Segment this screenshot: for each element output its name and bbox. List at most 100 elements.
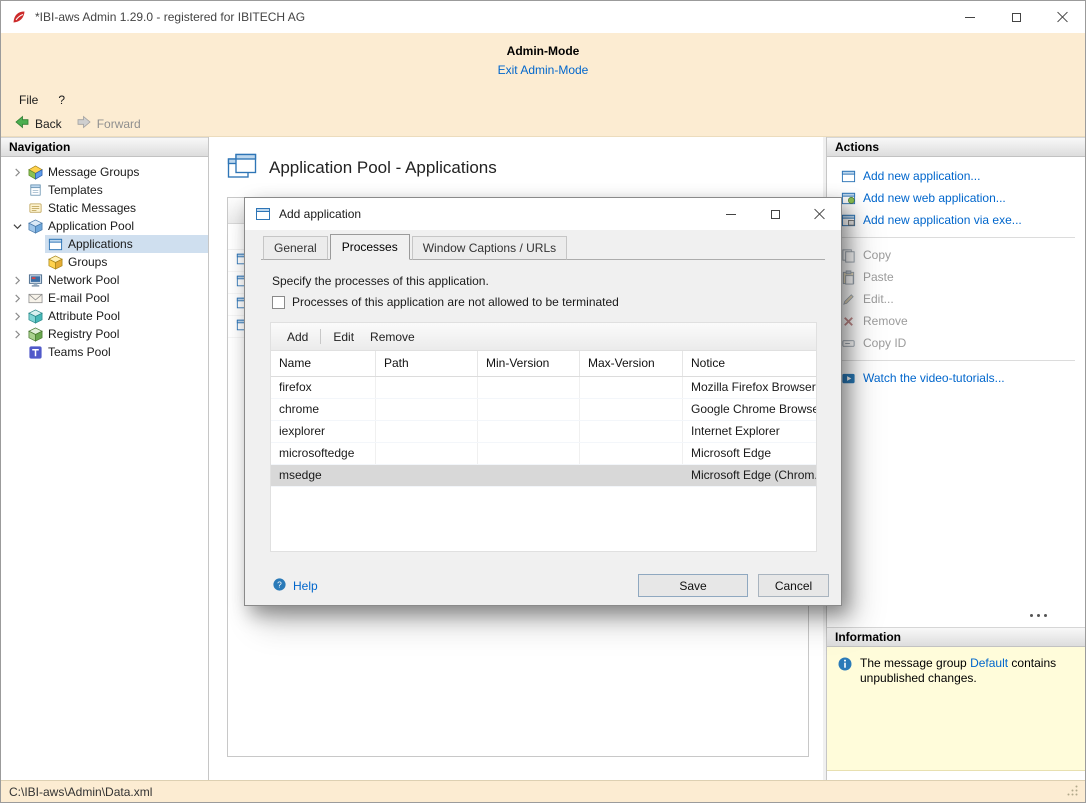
nav-item-templates[interactable]: Templates [1,181,208,199]
cell-path [376,443,478,464]
status-file-path: C:\IBI-aws\Admin\Data.xml [9,784,153,799]
nav-item-attribute-pool[interactable]: Attribute Pool [1,307,208,325]
chevron-down-icon[interactable] [9,222,25,231]
nav-item-registry-pool[interactable]: Registry Pool [1,325,208,343]
cell-max-version [580,377,683,398]
window-controls [947,1,1085,33]
column-header-notice[interactable]: Notice [683,351,816,376]
nav-item-label: Templates [48,183,103,197]
cell-notice: Mozilla Firefox Browser [691,380,816,394]
process-row-msedge[interactable]: msedge Microsoft Edge (Chrom... [271,465,816,487]
nav-item-message-groups[interactable]: Message Groups [1,163,208,181]
dialog-title: Add application [279,207,362,221]
cancel-button[interactable]: Cancel [758,574,829,597]
action-watch-video-tutorials[interactable]: Watch the video-tutorials... [827,367,1085,389]
process-list-toolbar: Add Edit Remove [270,322,817,350]
add-web-application-icon [840,190,856,206]
nav-item-network-pool[interactable]: Network Pool [1,271,208,289]
action-add-new-web-application[interactable]: Add new web application... [827,187,1085,209]
forward-button[interactable]: Forward [71,112,150,135]
column-header-min-version[interactable]: Min-Version [478,351,580,376]
resize-grip-icon[interactable] [1066,784,1079,800]
action-copy-id[interactable]: Copy ID [827,332,1085,354]
process-table-header: Name Path Min-Version Max-Version Notice [271,351,816,377]
chevron-right-icon[interactable] [9,311,25,321]
action-add-new-application[interactable]: Add new application... [827,165,1085,187]
save-button[interactable]: Save [638,574,748,597]
cell-min-version [478,377,580,398]
dialog-maximize-button[interactable] [753,198,797,230]
information-header: Information [827,627,1085,647]
process-row-iexplorer[interactable]: iexplorer Internet Explorer [271,421,816,443]
process-row-firefox[interactable]: firefox Mozilla Firefox Browser [271,377,816,399]
info-panel-gripper[interactable] [1030,614,1047,617]
back-button[interactable]: Back [9,112,71,135]
cell-notice: Google Chrome Browser [691,402,816,416]
add-application-dialog: Add application General Processes Window… [244,197,842,606]
cell-min-version [478,443,580,464]
window-title: *IBI-aws Admin 1.29.0 - registered for I… [35,10,306,24]
dialog-tab-strip: General Processes Window Captions / URLs [261,233,825,260]
email-pool-icon [27,290,43,306]
dialog-minimize-button[interactable] [709,198,753,230]
cell-notice: Internet Explorer [691,424,780,438]
remove-process-button[interactable]: Remove [362,327,423,347]
chevron-right-icon[interactable] [9,329,25,339]
chevron-right-icon[interactable] [9,293,25,303]
edit-process-button[interactable]: Edit [325,327,362,347]
process-row-microsoftedge[interactable]: microsoftedge Microsoft Edge [271,443,816,465]
action-copy[interactable]: Copy [827,244,1085,266]
nav-item-applications[interactable]: Applications [1,235,208,253]
dialog-window-controls [709,198,841,230]
action-edit[interactable]: Edit... [827,288,1085,310]
action-label: Paste [863,270,894,284]
exit-admin-mode-link[interactable]: Exit Admin-Mode [498,63,589,77]
network-pool-icon [27,272,43,288]
nav-item-groups[interactable]: Groups [1,253,208,271]
dialog-close-button[interactable] [797,198,841,230]
nav-item-label: Static Messages [48,201,137,215]
action-remove[interactable]: Remove [827,310,1085,332]
application-pool-icon [27,218,43,234]
process-row-chrome[interactable]: chrome Google Chrome Browser [271,399,816,421]
column-header-path[interactable]: Path [376,351,478,376]
back-label: Back [35,116,62,131]
nav-item-email-pool[interactable]: E-mail Pool [1,289,208,307]
cell-max-version [580,443,683,464]
add-process-button[interactable]: Add [279,327,316,347]
tab-general[interactable]: General [263,236,328,260]
minimize-button[interactable] [947,1,993,33]
terminate-checkbox[interactable] [272,295,285,309]
chevron-right-icon[interactable] [9,275,25,285]
column-header-max-version[interactable]: Max-Version [580,351,683,376]
menu-help[interactable]: ? [48,91,75,109]
actions-separator [839,360,1075,361]
menu-file[interactable]: File [9,91,48,109]
action-label: Add new application via exe... [863,213,1022,227]
cell-notice: Microsoft Edge [691,446,772,460]
cell-notice: Microsoft Edge (Chrom... [691,468,816,482]
nav-item-label: E-mail Pool [48,291,110,305]
cell-name: firefox [271,377,376,398]
close-button[interactable] [1039,1,1085,33]
help-link[interactable]: ? Help [272,577,318,595]
chevron-right-icon[interactable] [9,167,25,177]
nav-item-teams-pool[interactable]: Teams Pool [1,343,208,361]
static-messages-icon [27,200,43,216]
action-paste[interactable]: Paste [827,266,1085,288]
default-message-group-link[interactable]: Default [970,656,1008,670]
action-add-new-application-via-exe[interactable]: Add new application via exe... [827,209,1085,231]
nav-item-label: Network Pool [48,273,120,287]
nav-item-static-messages[interactable]: Static Messages [1,199,208,217]
tab-processes[interactable]: Processes [329,234,410,260]
nav-item-label: Teams Pool [48,345,111,359]
tab-window-captions-urls[interactable]: Window Captions / URLs [411,236,568,260]
app-window: *IBI-aws Admin 1.29.0 - registered for I… [0,0,1086,803]
maximize-button[interactable] [993,1,1039,33]
column-header-name[interactable]: Name [271,351,376,376]
dialog-title-bar: Add application [245,198,841,230]
copy-icon [840,247,856,263]
nav-item-application-pool[interactable]: Application Pool [1,217,208,235]
action-label: Edit... [863,292,894,306]
action-label: Add new web application... [863,191,1006,205]
